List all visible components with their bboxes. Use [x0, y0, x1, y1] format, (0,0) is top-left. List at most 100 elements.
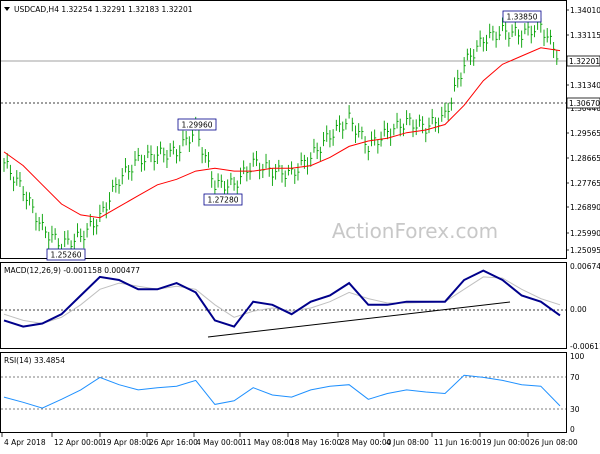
- price-bar: [67, 230, 70, 245]
- price-bar: [428, 117, 431, 134]
- price-bar: [364, 136, 367, 154]
- price-bar: [201, 147, 204, 164]
- rsi-header: RSI(14) 33.4854: [4, 356, 65, 365]
- price-bar: [511, 24, 514, 38]
- price-bar: [345, 118, 348, 130]
- price-bar: [402, 123, 406, 137]
- price-bar: [204, 149, 207, 163]
- price-bar: [160, 141, 163, 155]
- price-bar: [447, 102, 450, 121]
- price-bar: [361, 126, 364, 140]
- time-axis-label: 4 Jun 08:00: [386, 438, 429, 447]
- price-bar: [470, 48, 473, 66]
- price-bar: [140, 154, 144, 172]
- price-bar: [450, 97, 453, 111]
- time-axis-label: 19 Jun 00:00: [482, 438, 530, 447]
- dropdown-arrow-icon[interactable]: [4, 7, 10, 11]
- price-bar: [323, 132, 326, 147]
- price-bar: [431, 108, 434, 125]
- annotation-low2: 1.25260: [46, 248, 86, 261]
- price-bar: [524, 23, 527, 35]
- price-axis-label: 1.29565: [570, 129, 600, 138]
- price-bar: [460, 72, 463, 87]
- price-bar: [492, 25, 495, 41]
- price-bar: [227, 179, 230, 195]
- price-bar: [179, 145, 182, 162]
- price-bar: [287, 164, 290, 176]
- price-bar: [108, 192, 112, 210]
- price-bar: [326, 125, 329, 142]
- price-bar: [176, 149, 179, 164]
- price-bar: [412, 119, 415, 138]
- price-bar: [297, 163, 300, 181]
- price-bar: [316, 142, 319, 160]
- current-price-tag: 1.32201: [566, 55, 600, 67]
- annotation-mid-label: 1.29960: [181, 121, 212, 130]
- price-bar: [489, 23, 492, 39]
- level-tag: 1.30670: [566, 97, 600, 109]
- price-bar: [441, 106, 444, 122]
- price-bar: [367, 145, 370, 161]
- price-bar: [339, 115, 342, 133]
- watermark: ActionForex.com: [332, 219, 498, 243]
- price-bar: [182, 130, 185, 147]
- price-bar: [530, 25, 533, 44]
- price-bar: [556, 49, 559, 65]
- price-axis-label: 1.25990: [570, 229, 600, 238]
- annotation-high: 1.33850: [502, 10, 542, 23]
- price-bar: [93, 217, 96, 236]
- price-bar: [377, 139, 380, 154]
- price-bar: [240, 167, 243, 185]
- price-bar: [172, 140, 175, 155]
- price-bar: [466, 48, 469, 61]
- current-price-tag-label: 1.32201: [569, 57, 600, 66]
- rsi-axis-label: 30: [570, 405, 580, 414]
- price-bar: [41, 213, 44, 231]
- time-axis-label: 28 May 00:00: [340, 438, 392, 447]
- price-bar: [342, 121, 345, 139]
- moving-average-line: [3, 47, 561, 219]
- chart-window: ActionForex.com USDCAD,H4 1.32254 1.3229…: [0, 0, 600, 450]
- annotation-low1-label: 1.27280: [207, 196, 238, 205]
- time-axis-label: 4 May 00:00: [196, 438, 243, 447]
- price-bar: [166, 149, 169, 169]
- price-bar: [48, 231, 51, 249]
- price-bar: [77, 223, 80, 238]
- price-bar: [19, 172, 22, 187]
- price-axis-label: 1.34010: [570, 6, 600, 15]
- price-bar: [262, 163, 265, 179]
- price-bar: [80, 228, 83, 243]
- chart-svg: ActionForex.com USDCAD,H4 1.32254 1.3229…: [0, 0, 600, 447]
- price-bar: [383, 120, 386, 137]
- price-bar: [220, 174, 223, 188]
- price-bar: [54, 228, 57, 240]
- price-bar: [473, 49, 476, 66]
- price-axis-label: 1.25095: [570, 246, 600, 255]
- price-bar: [434, 117, 437, 132]
- time-axis-label: 12 Apr 00:00: [54, 438, 103, 447]
- symbol-header: USDCAD,H4 1.32254 1.32291 1.32183 1.3220…: [14, 5, 193, 14]
- price-bar: [335, 119, 338, 131]
- price-bar: [355, 125, 358, 144]
- price-axis-label: 1.27765: [570, 179, 600, 188]
- price-bar: [115, 177, 118, 193]
- price-bar: [508, 32, 511, 47]
- price-bar: [476, 40, 479, 52]
- macd-line: [3, 269, 561, 328]
- price-bar: [131, 164, 134, 181]
- price-bar: [505, 22, 508, 40]
- price-bar: [454, 77, 457, 92]
- price-bar: [83, 230, 86, 249]
- rsi-axis-label: 0: [570, 425, 575, 434]
- price-bar: [185, 130, 188, 146]
- price-bar: [319, 146, 322, 161]
- price-bar: [278, 159, 281, 172]
- price-bar: [386, 122, 390, 140]
- price-bar: [208, 152, 211, 168]
- price-bar: [348, 105, 351, 119]
- price-bar: [313, 138, 316, 153]
- price-axis-label: 1.28665: [570, 154, 600, 163]
- macd-axis: 0.006745 0.00 -0.006115: [570, 262, 600, 351]
- price-bar: [332, 129, 335, 146]
- price-bar: [128, 165, 131, 180]
